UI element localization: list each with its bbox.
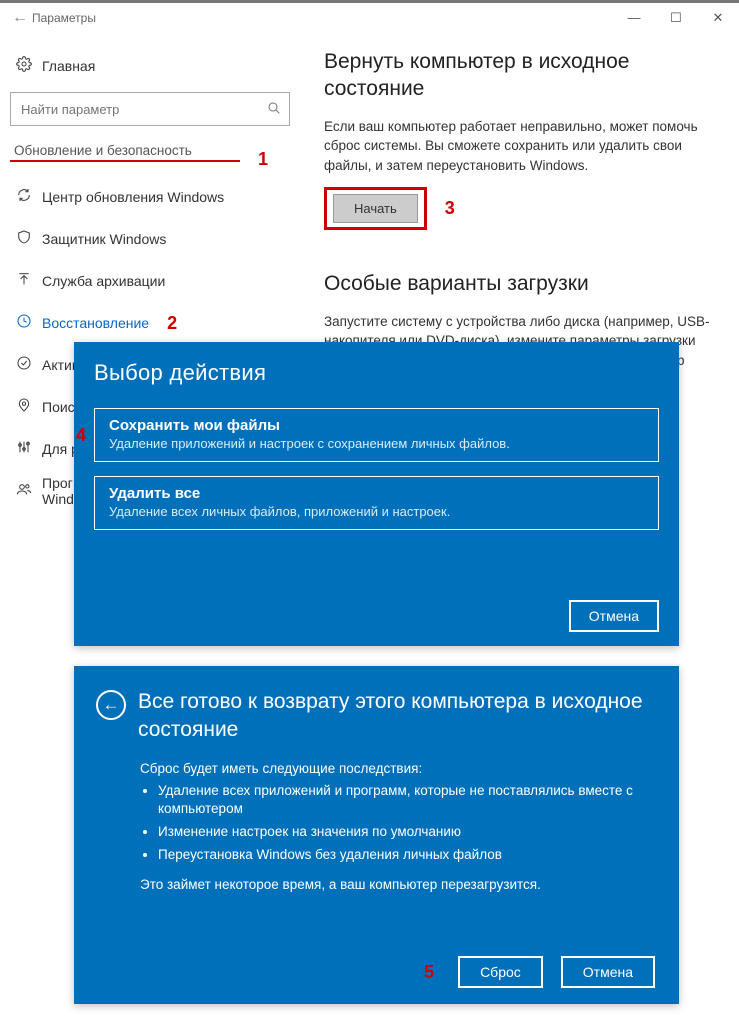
clock-icon (16, 313, 42, 333)
reset-description: Если ваш компьютер работает неправильно,… (324, 117, 711, 176)
close-button[interactable]: ✕ (697, 4, 739, 32)
annotation-box-3: Начать (324, 187, 427, 230)
list-item: Удаление всех приложений и программ, кот… (158, 782, 655, 818)
cancel-button[interactable]: Отмена (561, 956, 655, 988)
sidebar-item-backup[interactable]: Служба архивации (10, 260, 290, 302)
dialog-intro: Сброс будет иметь следующие последствия: (140, 761, 655, 776)
sidebar-item-label: Восстановление (42, 315, 149, 331)
option-title: Удалить все (109, 485, 644, 502)
sidebar-item-update[interactable]: Центр обновления Windows (10, 176, 290, 218)
dialog-outro: Это займет некоторое время, а ваш компью… (140, 877, 655, 892)
reset-title: Вернуть компьютер в исходное состояние (324, 48, 711, 103)
search-input-wrap[interactable] (10, 92, 290, 126)
back-icon[interactable]: ← (96, 690, 126, 720)
upload-icon (16, 271, 42, 291)
map-icon (16, 397, 42, 417)
shield-icon (16, 229, 42, 249)
sync-icon (16, 187, 42, 207)
minimize-button[interactable]: — (613, 4, 655, 32)
annotation-2: 2 (167, 313, 177, 334)
dialog-title: Все готово к возврату этого компьютера в… (138, 688, 655, 745)
sidebar-item-label: Прог Wind (42, 475, 74, 507)
search-icon (259, 100, 289, 119)
home-link[interactable]: Главная (10, 48, 290, 84)
dialog-title: Выбор действия (94, 360, 659, 386)
title-bar: ← Параметры — ☐ ✕ (0, 0, 739, 32)
option-remove-all[interactable]: Удалить все Удаление всех личных файлов,… (94, 476, 659, 530)
sidebar-item-label: Поис (42, 399, 75, 415)
list-item: Переустановка Windows без удаления личны… (158, 846, 655, 864)
sidebar-item-label: Служба архивации (42, 273, 165, 289)
advanced-title: Особые варианты загрузки (324, 270, 711, 297)
maximize-button[interactable]: ☐ (655, 4, 697, 32)
option-title: Сохранить мои файлы (109, 417, 644, 434)
search-input[interactable] (11, 102, 259, 117)
annotation-underline (10, 160, 240, 162)
annotation-5: 5 (424, 962, 434, 983)
reset-button[interactable]: Сброс (458, 956, 543, 988)
window-title: Параметры (32, 11, 96, 25)
home-label: Главная (42, 58, 95, 74)
section-header: Обновление и безопасность (14, 143, 192, 158)
option-keep-files[interactable]: Сохранить мои файлы Удаление приложений … (94, 408, 659, 462)
back-icon[interactable]: ← (8, 9, 32, 27)
sidebar-item-label: Центр обновления Windows (42, 189, 224, 205)
choose-action-dialog: Выбор действия Сохранить мои файлы Удале… (74, 342, 679, 646)
begin-button[interactable]: Начать (333, 194, 418, 223)
sliders-icon (16, 439, 42, 459)
annotation-3: 3 (445, 198, 455, 219)
check-icon (16, 355, 42, 375)
ready-reset-dialog: ← Все готово к возврату этого компьютера… (74, 666, 679, 1004)
people-icon (16, 481, 42, 501)
sidebar-item-defender[interactable]: Защитник Windows (10, 218, 290, 260)
option-subtitle: Удаление всех личных файлов, приложений … (109, 504, 644, 519)
annotation-1: 1 (258, 149, 268, 170)
annotation-4: 4 (76, 425, 86, 446)
sidebar-item-label: Защитник Windows (42, 231, 166, 247)
list-item: Изменение настроек на значения по умолча… (158, 823, 655, 841)
sidebar-item-recovery[interactable]: Восстановление 2 (10, 302, 290, 344)
option-subtitle: Удаление приложений и настроек с сохране… (109, 436, 644, 451)
gear-icon (16, 56, 42, 76)
cancel-button[interactable]: Отмена (569, 600, 659, 632)
consequences-list: Удаление всех приложений и программ, кот… (158, 782, 655, 865)
